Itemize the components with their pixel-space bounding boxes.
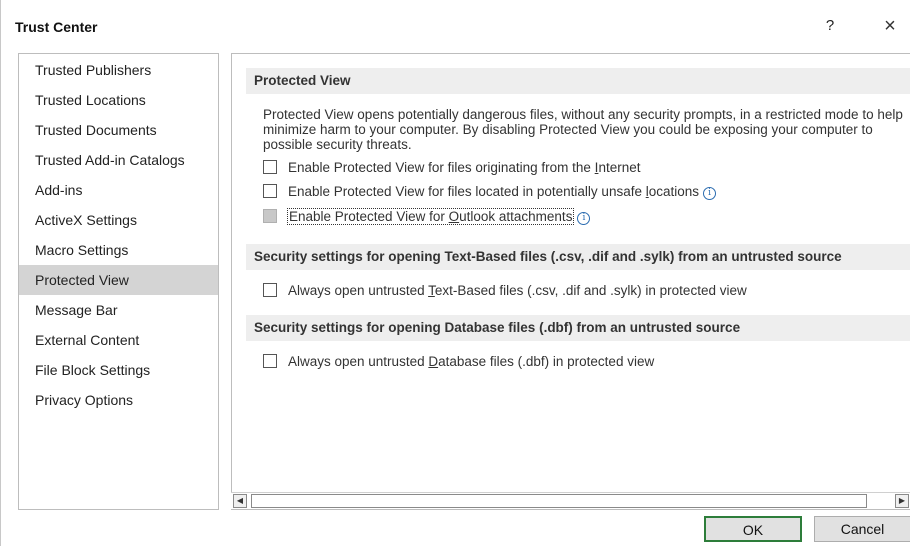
- option-label[interactable]: Always open untrusted Text-Based files (…: [288, 281, 747, 301]
- checkbox-database-files[interactable]: [263, 354, 277, 368]
- option-label[interactable]: Enable Protected View for Outlook attach…: [286, 207, 591, 227]
- checkbox-unsafe-locations[interactable]: [263, 184, 277, 198]
- settings-panel: Protected View Protected View opens pote…: [231, 53, 910, 510]
- horizontal-scrollbar[interactable]: ◀ ▶: [231, 492, 910, 509]
- protected-view-description: Protected View opens potentially dangero…: [263, 107, 903, 152]
- trust-center-dialog: Trust Center ? × Trusted Publishers Trus…: [0, 0, 910, 546]
- checkbox-outlook-attachments[interactable]: [263, 209, 277, 223]
- sidebar-item-file-block-settings[interactable]: File Block Settings: [19, 355, 218, 385]
- category-sidebar: Trusted Publishers Trusted Locations Tru…: [18, 53, 219, 510]
- scroll-right-icon[interactable]: ▶: [895, 494, 909, 508]
- sidebar-item-trusted-locations[interactable]: Trusted Locations: [19, 85, 218, 115]
- sidebar-item-macro-settings[interactable]: Macro Settings: [19, 235, 218, 265]
- cancel-button[interactable]: Cancel: [814, 516, 910, 542]
- ok-button[interactable]: OK: [704, 516, 802, 542]
- sidebar-item-trusted-publishers[interactable]: Trusted Publishers: [19, 55, 218, 85]
- sidebar-item-trusted-add-in-catalogs[interactable]: Trusted Add-in Catalogs: [19, 145, 218, 175]
- scroll-left-icon[interactable]: ◀: [233, 494, 247, 508]
- option-label[interactable]: Always open untrusted Database files (.d…: [288, 352, 654, 372]
- sidebar-item-external-content[interactable]: External Content: [19, 325, 218, 355]
- scroll-thumb[interactable]: [251, 494, 867, 508]
- sidebar-item-activex-settings[interactable]: ActiveX Settings: [19, 205, 218, 235]
- info-icon[interactable]: i: [577, 212, 591, 225]
- option-label[interactable]: Enable Protected View for files originat…: [288, 158, 640, 178]
- sidebar-item-message-bar[interactable]: Message Bar: [19, 295, 218, 325]
- section-header-text-based: Security settings for opening Text-Based…: [246, 244, 910, 270]
- dialog-title: Trust Center: [15, 19, 98, 35]
- help-button[interactable]: ?: [818, 14, 842, 38]
- sidebar-item-trusted-documents[interactable]: Trusted Documents: [19, 115, 218, 145]
- checkbox-internet-files[interactable]: [263, 160, 277, 174]
- sidebar-item-protected-view[interactable]: Protected View: [19, 265, 218, 295]
- sidebar-item-privacy-options[interactable]: Privacy Options: [19, 385, 218, 415]
- checkbox-text-based-files[interactable]: [263, 283, 277, 297]
- section-header-database: Security settings for opening Database f…: [246, 315, 910, 341]
- option-label[interactable]: Enable Protected View for files located …: [288, 182, 717, 202]
- sidebar-item-add-ins[interactable]: Add-ins: [19, 175, 218, 205]
- title-bar: Trust Center ? ×: [1, 0, 910, 48]
- info-icon[interactable]: i: [703, 187, 717, 200]
- close-button[interactable]: ×: [877, 14, 903, 38]
- section-header-protected-view: Protected View: [246, 68, 910, 94]
